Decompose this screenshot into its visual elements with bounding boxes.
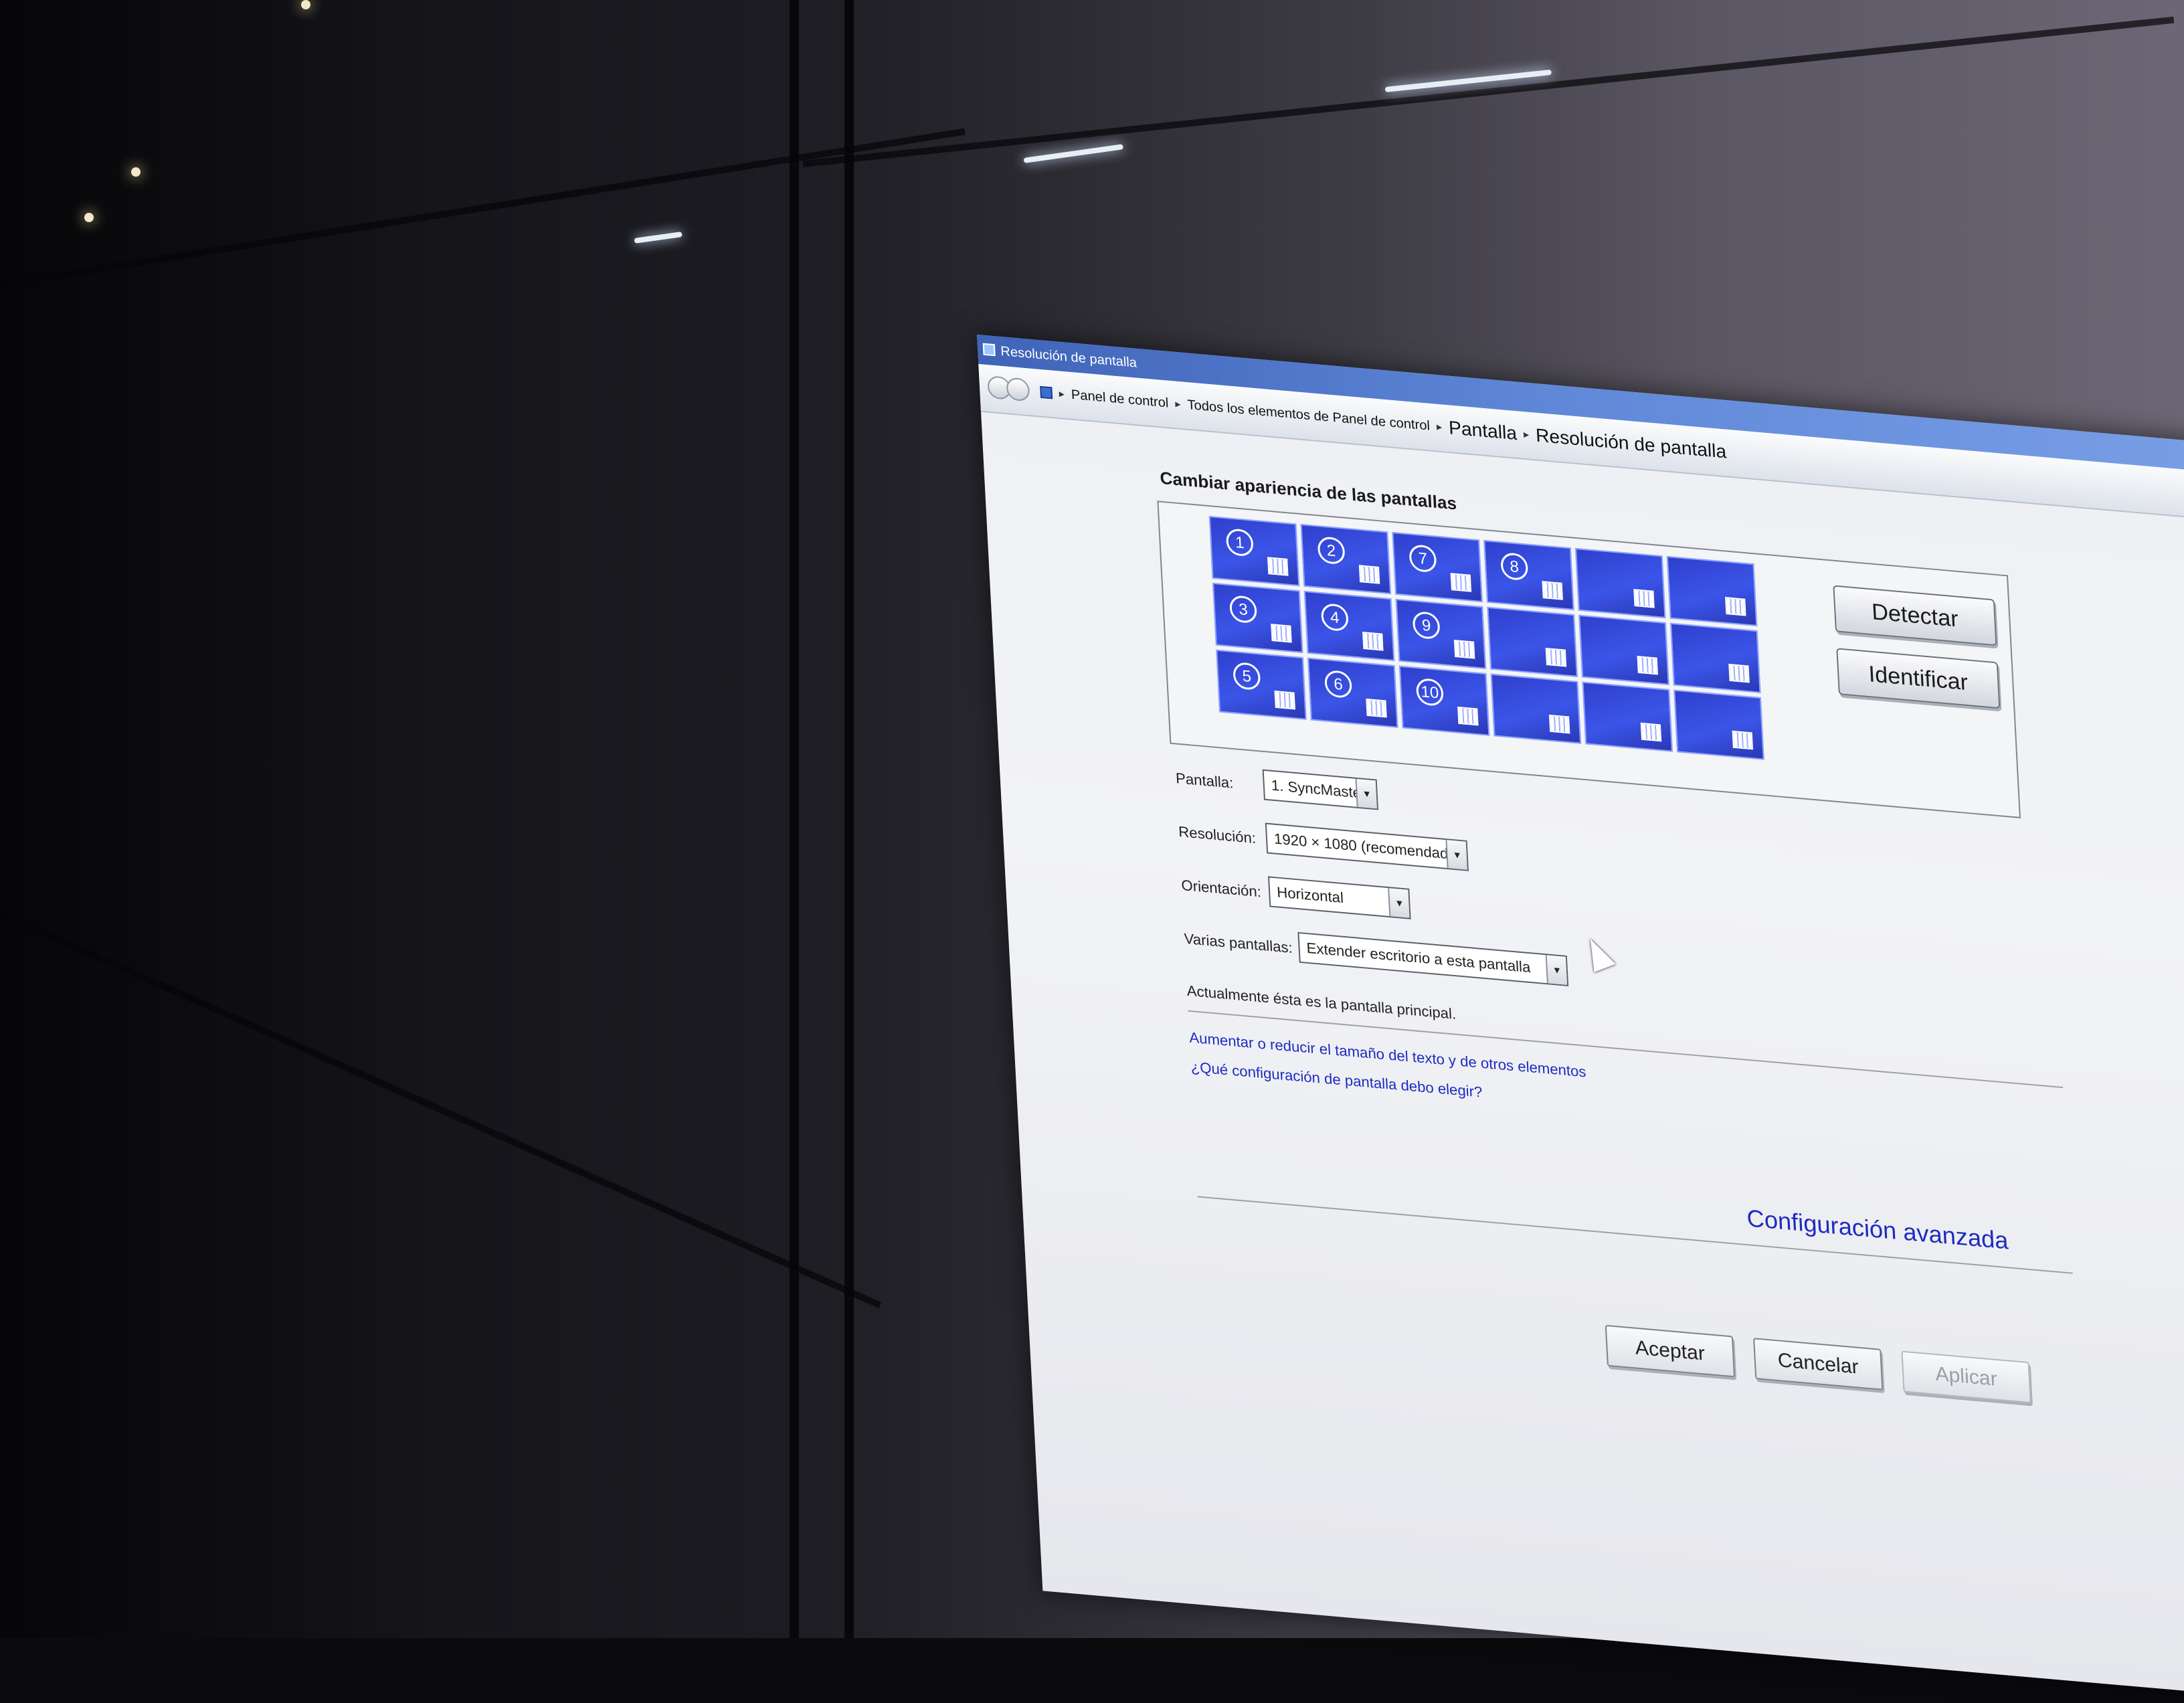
identify-button[interactable]: Identificar [1836,648,2001,709]
wall-seam [844,0,854,1638]
breadcrumb-display[interactable]: Pantalla [1448,417,1517,444]
monitor-number: 2 [1317,535,1346,565]
monitor-tile[interactable] [1669,622,1761,693]
monitor-number: 9 [1412,610,1441,640]
desktop-thumbnail-icon [1633,589,1655,608]
desktop-thumbnail-icon [1450,573,1472,592]
monitor-tile[interactable]: 4 [1303,590,1395,662]
monitor-tile[interactable]: 7 [1392,531,1483,603]
ceiling-light [131,167,141,177]
multiple-displays-select[interactable]: Extender escritorio a esta pantalla ▼ [1297,931,1569,986]
chevron-right-icon[interactable]: ▸ [1175,397,1181,411]
orientation-label: Orientación: [1180,876,1262,901]
apply-button[interactable]: Aplicar [1901,1350,2031,1404]
display-label: Pantalla: [1175,770,1234,792]
monitor-tile[interactable]: 8 [1483,539,1574,611]
window-icon [982,343,996,357]
monitor-tile[interactable] [1487,606,1578,677]
forward-arrow-icon[interactable] [1006,377,1030,402]
monitor-arrangement-panel: 1 2 7 8 3 4 9 5 6 10 Detectar Identificar [1157,501,2021,818]
wall-seam [790,0,799,1638]
desktop-thumbnail-icon [1725,597,1746,616]
desktop-thumbnail-icon [1548,714,1570,734]
desktop-thumbnail-icon [1366,698,1387,718]
breadcrumb-control-panel[interactable]: Panel de control [1071,387,1169,411]
monitor-tile[interactable] [1673,689,1764,760]
monitor-tile[interactable] [1574,547,1666,619]
monitor-number: 8 [1500,551,1529,581]
orientation-value: Horizontal [1276,883,1344,907]
chevron-down-icon[interactable]: ▼ [1355,778,1377,809]
control-panel-icon [1040,385,1053,399]
monitor-number: 4 [1320,602,1350,632]
main-content: Cambiar apariencia de las pantallas 1278… [981,412,2184,1703]
breadcrumb-all-items[interactable]: Todos los elementos de Panel de control [1187,397,1431,434]
window-title: Resolución de pantalla [1000,343,1138,371]
main-display-status: Actualmente ésta es la pantalla principa… [1186,982,1457,1022]
monitor-tile[interactable] [1666,555,1758,627]
orientation-row: Orientación: Horizontal ▼ [1180,869,1411,919]
desktop-thumbnail-icon [1457,706,1479,726]
detect-button[interactable]: Detectar [1833,585,1997,646]
desktop-thumbnail-icon [1732,730,1754,750]
monitor-tile[interactable]: 10 [1398,665,1490,736]
multiple-displays-value: Extender escritorio a esta pantalla [1305,939,1531,976]
chevron-right-icon[interactable]: ▸ [1523,428,1530,442]
chevron-down-icon[interactable]: ▼ [1445,840,1467,870]
breadcrumb-screen-resolution[interactable]: Resolución de pantalla [1535,425,1727,463]
desktop-thumbnail-icon [1637,655,1659,675]
accept-button[interactable]: Aceptar [1605,1324,1736,1378]
monitor-number: 6 [1324,669,1353,699]
desktop-thumbnail-icon [1728,663,1750,683]
monitor-tile[interactable]: 1 [1208,515,1300,587]
chevron-right-icon[interactable]: ▸ [1436,420,1443,434]
desktop-thumbnail-icon [1358,565,1380,584]
monitor-number: 10 [1415,677,1445,707]
multiple-displays-label: Varias pantallas: [1183,929,1293,957]
desktop-thumbnail-icon [1271,624,1292,643]
monitor-number: 1 [1225,527,1254,557]
ceiling-light [301,0,310,9]
monitor-grid: 1 2 7 8 3 4 9 5 6 10 [1208,515,1764,760]
chevron-down-icon[interactable]: ▼ [1545,955,1568,985]
monitor-tile[interactable] [1578,614,1669,685]
monitor-tile[interactable]: 6 [1307,657,1398,728]
desktop-thumbnail-icon [1640,722,1662,742]
resolution-value: 1920 × 1080 (recomendado) [1273,830,1462,864]
resolution-label: Resolución: [1178,823,1257,847]
desktop-thumbnail-icon [1545,647,1567,667]
ceiling-light [84,213,94,222]
monitor-tile[interactable]: 9 [1395,598,1487,670]
chevron-down-icon[interactable]: ▼ [1388,888,1410,918]
orientation-select[interactable]: Horizontal ▼ [1267,876,1411,919]
display-select[interactable]: 1. SyncMaster ▼ [1262,769,1379,810]
multiple-displays-row: Varias pantallas: Extender escritorio a … [1183,922,1569,986]
display-row: Pantalla: 1. SyncMaster ▼ [1175,761,1379,810]
monitor-tile[interactable] [1490,673,1582,744]
desktop-thumbnail-icon [1362,632,1384,651]
display-value: 1. SyncMaster [1271,776,1366,802]
desktop-thumbnail-icon [1274,690,1295,710]
desktop-thumbnail-icon [1267,557,1289,576]
monitor-number: 3 [1228,594,1258,624]
resolution-row: Resolución: 1920 × 1080 (recomendado) ▼ [1178,815,1469,871]
monitor-tile[interactable]: 2 [1300,523,1392,595]
desktop-thumbnail-icon [1542,581,1563,600]
display-settings-window: Resolución de pantalla ▸ Panel de contro… [977,335,2184,1703]
monitor-tile[interactable] [1582,681,1673,752]
resolution-select[interactable]: 1920 × 1080 (recomendado) ▼ [1265,822,1469,871]
desktop-thumbnail-icon [1453,640,1475,659]
monitor-tile[interactable]: 3 [1212,582,1303,654]
chevron-right-icon[interactable]: ▸ [1059,387,1065,401]
monitor-number: 5 [1233,661,1261,691]
monitor-number: 7 [1408,543,1437,573]
cancel-button[interactable]: Cancelar [1753,1338,1884,1391]
monitor-tile[interactable]: 5 [1216,649,1307,720]
